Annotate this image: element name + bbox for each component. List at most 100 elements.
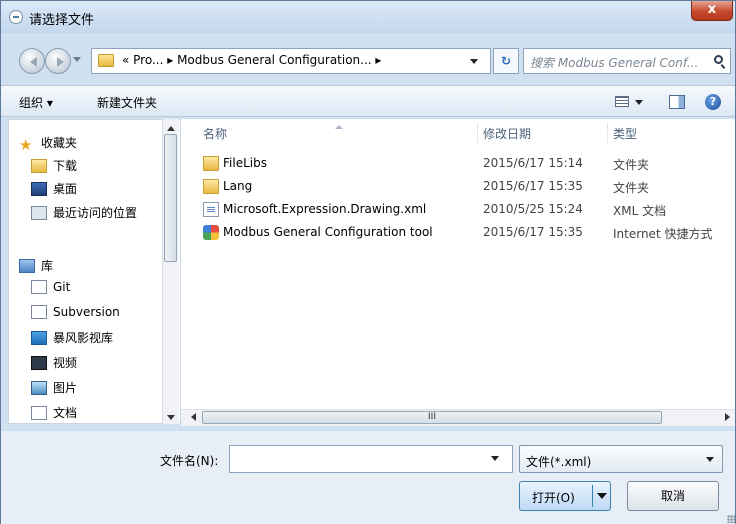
sidebar-scroll-thumb[interactable]: [164, 134, 177, 262]
sidebar-item-desktop[interactable]: 桌面: [31, 180, 77, 200]
address-field[interactable]: « Pro... ▸ Modbus General Configuration.…: [91, 48, 491, 74]
star-icon: ★: [19, 136, 33, 154]
horizontal-scroll-thumb[interactable]: III: [202, 411, 662, 424]
recent-locations-dropdown[interactable]: [73, 57, 81, 66]
sidebar-item-label: 收藏夹: [41, 136, 78, 150]
sidebar-item-label: 下载: [53, 159, 78, 173]
resize-grip-icon[interactable]: [727, 515, 735, 523]
view-options-icon[interactable]: [615, 96, 629, 107]
command-bar: 组织 ▾ 新建文件夹 ?: [1, 85, 735, 117]
chevron-down-icon[interactable]: [470, 59, 478, 68]
file-row[interactable]: Lang 2015/6/17 15:35 文件夹: [181, 176, 735, 198]
close-button[interactable]: x: [691, 1, 733, 21]
documents-icon: [31, 406, 47, 420]
search-input[interactable]: 搜索 Modbus General Conf...: [523, 48, 731, 74]
open-button[interactable]: 打开(O): [519, 481, 611, 511]
file-date: 2015/6/17 15:35: [483, 225, 583, 239]
sidebar-item-label: 桌面: [53, 182, 78, 196]
sidebar-item-label: 文档: [53, 406, 78, 420]
sidebar-item-label: Subversion: [53, 305, 120, 319]
recent-places-icon: [31, 206, 47, 220]
file-name: FileLibs: [223, 156, 267, 170]
file-type: Internet 快捷方式: [613, 227, 713, 241]
file-row[interactable]: Modbus General Configuration tool 2015/6…: [181, 222, 735, 244]
help-icon[interactable]: ?: [705, 94, 721, 110]
sidebar-item-downloads[interactable]: 下载: [31, 157, 77, 177]
file-date: 2010/5/25 15:24: [483, 202, 583, 216]
cancel-button[interactable]: 取消: [627, 481, 719, 511]
navigation-pane: ★ 收藏夹 下载 桌面 最近访问的位置 库 Git Subversion 暴风影视…: [8, 119, 181, 424]
document-library-icon: [31, 305, 47, 319]
sort-ascending-icon: [335, 121, 343, 129]
refresh-button[interactable]: ↻: [493, 48, 519, 74]
chevron-down-icon[interactable]: [491, 456, 499, 465]
desktop-icon: [31, 182, 47, 196]
pictures-icon: [31, 381, 47, 395]
dialog-icon: [9, 10, 23, 24]
xml-file-icon: [203, 202, 219, 217]
file-type: 文件夹: [613, 158, 650, 172]
column-header-type[interactable]: 类型: [613, 125, 637, 142]
filename-label: 文件名(N):: [160, 454, 219, 468]
sidebar-item-label: 最近访问的位置: [53, 206, 138, 220]
file-name: Modbus General Configuration tool: [223, 225, 433, 239]
sidebar-item-label: Git: [53, 280, 71, 294]
column-divider[interactable]: [607, 123, 608, 143]
search-icon[interactable]: [714, 55, 723, 64]
forward-button[interactable]: [45, 48, 71, 74]
column-divider[interactable]: [477, 123, 478, 143]
split-divider: [592, 485, 593, 507]
media-library-icon: [31, 331, 47, 345]
file-date: 2015/6/17 15:35: [483, 179, 583, 193]
sidebar-item-label: 视频: [53, 356, 78, 370]
git-library-icon: [31, 280, 47, 294]
sidebar-item-subversion[interactable]: Subversion: [31, 305, 120, 325]
video-icon: [31, 356, 47, 370]
sidebar-favorites[interactable]: ★ 收藏夹: [19, 134, 77, 154]
open-options-dropdown-icon[interactable]: [597, 493, 607, 504]
sidebar-item-git[interactable]: Git: [31, 280, 70, 300]
sidebar-item-label: 库: [41, 259, 54, 273]
preview-pane-icon[interactable]: [669, 95, 685, 109]
filetype-select[interactable]: 文件(*.xml): [519, 445, 723, 473]
scroll-left-arrow-icon[interactable]: [187, 413, 196, 421]
open-file-dialog: 请选择文件 x « Pro... ▸ Modbus General Config…: [0, 0, 736, 524]
open-button-label: 打开(O): [532, 491, 575, 505]
folder-icon: [98, 54, 114, 67]
sidebar-item-pictures[interactable]: 图片: [31, 379, 77, 399]
organize-menu[interactable]: 组织 ▾: [19, 94, 53, 111]
chevron-down-icon[interactable]: [706, 457, 714, 466]
address-bar: « Pro... ▸ Modbus General Configuration.…: [1, 45, 735, 79]
filename-field[interactable]: [229, 445, 513, 473]
filetype-value: 文件(*.xml): [526, 455, 592, 469]
scroll-down-arrow-icon[interactable]: [167, 415, 175, 424]
dialog-footer: 文件名(N): 文件(*.xml) 打开(O) 取消: [1, 431, 735, 524]
sidebar-item-videos[interactable]: 视频: [31, 354, 77, 374]
sidebar-item-label: 暴风影视库: [53, 331, 114, 345]
scroll-right-arrow-icon[interactable]: [725, 413, 734, 421]
folder-icon: [203, 156, 219, 171]
sidebar-item-documents[interactable]: 文档: [31, 404, 78, 423]
sidebar-item-baofeng[interactable]: 暴风影视库: [31, 329, 113, 349]
sidebar-libraries[interactable]: 库: [19, 257, 53, 277]
column-header-name[interactable]: 名称: [203, 125, 227, 142]
search-placeholder: 搜索 Modbus General Conf...: [530, 56, 699, 70]
file-name: Lang: [223, 179, 253, 193]
sidebar-item-recent[interactable]: 最近访问的位置: [31, 204, 137, 224]
dialog-title: 请选择文件: [29, 13, 95, 28]
folder-icon: [203, 179, 219, 194]
file-row[interactable]: FileLibs 2015/6/17 15:14 文件夹: [181, 153, 735, 175]
scroll-up-arrow-icon[interactable]: [167, 122, 175, 131]
file-row[interactable]: Microsoft.Expression.Drawing.xml 2010/5/…: [181, 199, 735, 221]
file-date: 2015/6/17 15:14: [483, 156, 583, 170]
downloads-icon: [31, 159, 47, 173]
title-bar: 请选择文件 x: [1, 1, 735, 33]
back-button[interactable]: [19, 48, 45, 74]
column-header-date[interactable]: 修改日期: [483, 125, 531, 142]
file-list: 名称 修改日期 类型 FileLibs 2015/6/17 15:14 文件夹 …: [181, 119, 735, 409]
breadcrumb[interactable]: « Pro... ▸ Modbus General Configuration.…: [122, 53, 381, 67]
chevron-down-icon[interactable]: [635, 100, 643, 109]
file-type: XML 文档: [613, 204, 667, 218]
new-folder-button[interactable]: 新建文件夹: [97, 94, 157, 111]
shortcut-icon: [203, 225, 219, 240]
